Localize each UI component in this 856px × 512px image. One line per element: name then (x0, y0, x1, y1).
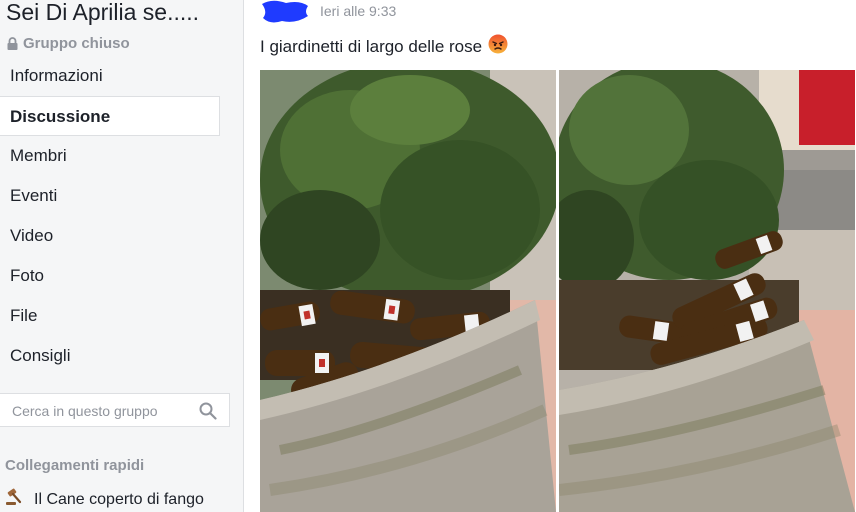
quick-link-label: Il Cane coperto di fango (34, 490, 204, 508)
search-icon[interactable] (199, 402, 217, 425)
quick-links-title: Collegamenti rapidi (5, 457, 145, 474)
group-search (0, 393, 230, 427)
search-input[interactable] (10, 402, 194, 420)
nav-item-discussione[interactable]: Discussione (0, 96, 220, 136)
group-nav: Informazioni Discussione Membri Eventi V… (0, 56, 244, 376)
nav-item-file[interactable]: File (0, 296, 244, 336)
post-timestamp[interactable]: Ieri alle 9:33 (320, 3, 396, 19)
post-text: I giardinetti di largo delle rose (260, 34, 508, 59)
nav-item-informazioni[interactable]: Informazioni (0, 56, 244, 96)
quick-link-item[interactable]: Il Cane coperto di fango (5, 488, 204, 511)
post-photo-1[interactable] (260, 70, 556, 512)
nav-item-video[interactable]: Video (0, 216, 244, 256)
nav-item-consigli[interactable]: Consigli (0, 336, 244, 376)
avatar[interactable] (260, 0, 310, 24)
group-title[interactable]: Sei Di Aprilia se..... (6, 0, 199, 26)
angry-face-icon (488, 34, 508, 59)
nav-item-eventi[interactable]: Eventi (0, 176, 244, 216)
nav-item-foto[interactable]: Foto (0, 256, 244, 296)
gavel-icon (5, 488, 25, 511)
group-privacy: Gruppo chiuso (7, 35, 130, 52)
privacy-label: Gruppo chiuso (23, 35, 130, 52)
post-message: I giardinetti di largo delle rose (260, 36, 483, 56)
nav-item-membri[interactable]: Membri (0, 136, 244, 176)
lock-icon (7, 37, 18, 50)
post-photo-2[interactable] (559, 70, 855, 512)
group-sidebar: Sei Di Aprilia se..... Gruppo chiuso Inf… (0, 0, 244, 512)
